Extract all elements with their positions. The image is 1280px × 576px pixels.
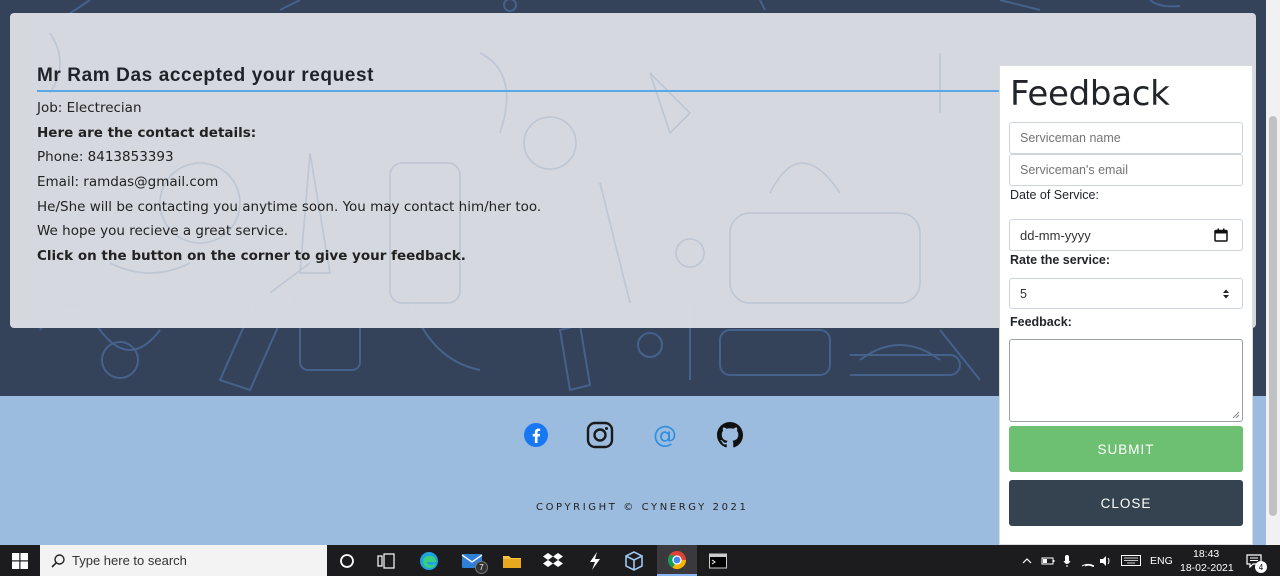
- copyright-text: COPYRIGHT © CYNERGY 2021: [536, 502, 749, 513]
- microphone-icon: [1063, 554, 1071, 567]
- contact-heading: Here are the contact details:: [37, 124, 257, 141]
- wifi-tray-icon[interactable]: [1080, 545, 1096, 576]
- battery-tray-icon[interactable]: [1040, 545, 1056, 576]
- phone-line: Phone: 8413853393: [37, 149, 174, 166]
- close-button[interactable]: CLOSE: [1009, 480, 1243, 526]
- taskbar-search-box[interactable]: Type here to search: [40, 545, 327, 576]
- calendar-icon[interactable]: [1214, 228, 1228, 242]
- github-link[interactable]: [716, 421, 744, 449]
- clock-date[interactable]: 18-02-2021: [1180, 562, 1234, 574]
- scrollbar-thumb[interactable]: [1269, 116, 1277, 516]
- windows-logo-icon: [12, 552, 28, 569]
- windows-taskbar: Type here to search 7 ENG 18:43 18-02-20…: [0, 545, 1280, 576]
- volume-tray-icon[interactable]: [1098, 545, 1114, 576]
- feedback-label: Feedback:: [1010, 315, 1072, 329]
- task-view-icon: [377, 552, 395, 569]
- edge-browser-icon: [420, 551, 438, 570]
- terminal-icon: [709, 553, 727, 568]
- facebook-link[interactable]: [522, 421, 550, 449]
- rating-select[interactable]: 5: [1009, 278, 1243, 309]
- cortana-button[interactable]: [331, 545, 363, 576]
- rating-value: 5: [1020, 286, 1027, 301]
- cube-icon: [625, 550, 643, 571]
- search-placeholder: Type here to search: [72, 553, 187, 568]
- keyboard-icon: [1121, 555, 1141, 566]
- select-arrows-icon: [1223, 289, 1229, 299]
- clock-time[interactable]: 18:43: [1193, 548, 1219, 560]
- facebook-icon: [524, 423, 548, 447]
- lightning-app-icon: [590, 551, 600, 570]
- email-line: Email: ramdas@gmail.com: [37, 174, 219, 191]
- serviceman-name-input[interactable]: Serviceman name: [1009, 122, 1243, 154]
- terminal-taskbar-app[interactable]: [703, 545, 733, 576]
- service-wish: We hope you recieve a great service.: [37, 223, 289, 240]
- github-icon: [717, 422, 743, 448]
- virtualbox-taskbar-app[interactable]: [619, 545, 649, 576]
- start-button[interactable]: [0, 545, 40, 576]
- folder-icon: [503, 555, 521, 568]
- card-title: Mr Ram Das accepted your request: [37, 65, 375, 86]
- mail-taskbar-app[interactable]: 7: [455, 545, 489, 576]
- wifi-icon: [1081, 563, 1095, 567]
- page-scrollbar[interactable]: [1266, 0, 1280, 545]
- cortana-circle-icon: [340, 553, 354, 568]
- dropbox-taskbar-app[interactable]: [538, 545, 568, 576]
- microphone-tray-icon[interactable]: [1060, 545, 1074, 576]
- feedback-instruction: Click on the button on the corner to giv…: [37, 248, 466, 265]
- search-icon: [51, 554, 65, 568]
- rate-label: Rate the service:: [1010, 253, 1111, 267]
- serviceman-email-input[interactable]: Serviceman's email: [1009, 154, 1243, 186]
- instagram-link[interactable]: [586, 421, 614, 449]
- mail-badge: 7: [475, 561, 488, 574]
- serviceman-name-placeholder: Serviceman name: [1020, 131, 1121, 145]
- task-view-button[interactable]: [370, 545, 402, 576]
- tray-overflow-button[interactable]: [1020, 545, 1034, 576]
- feedback-panel: Feedback Serviceman name Serviceman's em…: [999, 65, 1253, 545]
- action-center-button[interactable]: 4: [1242, 545, 1267, 576]
- notification-count: 4: [1255, 561, 1267, 573]
- chrome-taskbar-app[interactable]: [657, 545, 697, 576]
- file-explorer-taskbar-app[interactable]: [497, 545, 527, 576]
- chevron-up-icon: [1022, 557, 1032, 563]
- language-indicator[interactable]: ENG: [1150, 555, 1173, 567]
- speaker-icon: [1100, 555, 1110, 566]
- feedback-title: Feedback: [1010, 74, 1170, 114]
- vscode-like-taskbar-app[interactable]: [580, 545, 610, 576]
- email-link[interactable]: @: [651, 421, 679, 449]
- service-date-input[interactable]: dd-mm-yyyy: [1009, 219, 1243, 251]
- job-line: Job: Electrecian: [37, 100, 142, 116]
- contact-note: He/She will be contacting you anytime so…: [37, 198, 542, 215]
- keyboard-tray-icon[interactable]: [1120, 545, 1142, 576]
- serviceman-email-placeholder: Serviceman's email: [1020, 163, 1128, 177]
- chrome-icon: [667, 550, 686, 569]
- submit-button[interactable]: SUBMIT: [1009, 426, 1243, 472]
- resize-handle-icon[interactable]: [1232, 411, 1240, 419]
- instagram-icon: [586, 421, 614, 449]
- contact-details: Job: Electrecian Here are the contact de…: [37, 99, 541, 272]
- battery-icon: [1041, 557, 1055, 564]
- edge-taskbar-app[interactable]: [413, 545, 445, 576]
- feedback-textarea[interactable]: [1009, 339, 1243, 422]
- date-label: Date of Service:: [1010, 188, 1099, 202]
- dropbox-icon: [543, 552, 563, 567]
- date-placeholder: dd-mm-yyyy: [1020, 227, 1091, 243]
- email-at-icon: @: [653, 421, 677, 449]
- title-divider: [37, 90, 1002, 92]
